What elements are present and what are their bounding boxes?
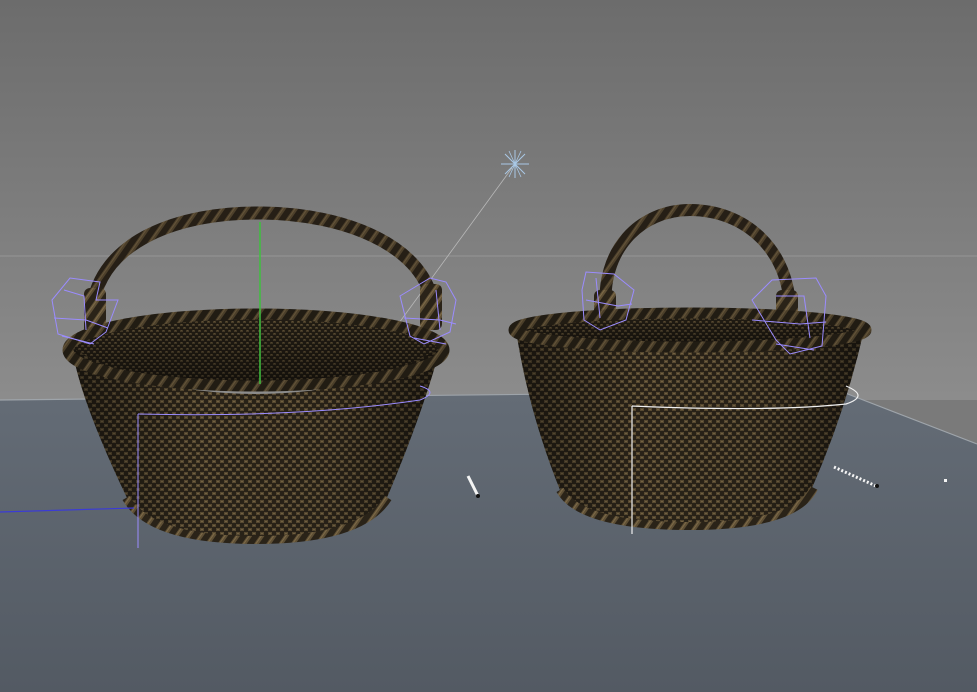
light-star-icon[interactable] — [501, 150, 529, 178]
viewport-canvas[interactable] — [0, 0, 977, 692]
pivot-dot[interactable] — [944, 479, 947, 482]
3d-viewport[interactable] — [0, 0, 977, 692]
